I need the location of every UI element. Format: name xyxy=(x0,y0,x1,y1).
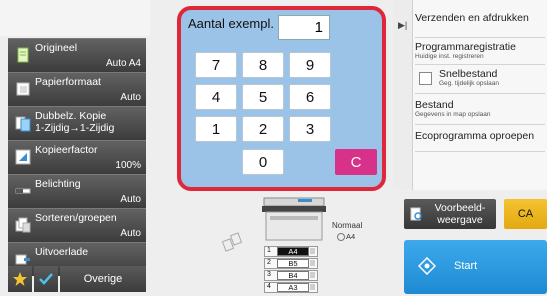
function-panel: Origineel Auto A4 Papierformaat Auto Dub… xyxy=(8,38,146,276)
start-label: Start xyxy=(454,260,478,272)
exposure-icon xyxy=(15,188,31,194)
exposure-button[interactable]: Belichting Auto xyxy=(8,174,146,208)
tray-size: A4 xyxy=(277,247,309,256)
copies-input[interactable]: 1 xyxy=(278,15,330,40)
output-indicator-icon xyxy=(337,233,345,241)
copy-screen: Origineel Auto A4 Papierformaat Auto Dub… xyxy=(0,0,547,296)
key-4[interactable]: 4 xyxy=(195,84,237,110)
key-0[interactable]: 0 xyxy=(242,149,284,175)
sort-group-value: Auto xyxy=(120,227,141,239)
paper-trays: 1 A4 2 B5 3 B4 4 A3 xyxy=(264,246,318,294)
file-sub: Gegevens in map opslaan xyxy=(415,111,491,118)
file-label: Bestand xyxy=(415,99,454,111)
quick-file-sub: Geg. tijdelijk opslaan xyxy=(439,80,499,87)
tray-number: 2 xyxy=(267,259,271,266)
other-button[interactable]: Overige xyxy=(60,266,146,292)
duplex-copy-mode: 1-Zijdig→1-Zijdig xyxy=(35,122,115,134)
checkmark-icon xyxy=(39,273,53,285)
program-registration-label: Programmaregistratie xyxy=(415,41,516,53)
zoom-button[interactable]: Kopieerfactor 100% xyxy=(8,140,146,174)
send-print-label: Verzenden en afdrukken xyxy=(415,12,529,24)
sort-group-label: Sorteren/groepen xyxy=(35,212,117,224)
quick-file-label: Snelbestand xyxy=(439,68,498,80)
paper-size-button[interactable]: Papierformaat Auto xyxy=(8,72,146,106)
copies-label: Aantal exempl. xyxy=(188,16,274,31)
tray-indicator xyxy=(310,260,315,266)
tray-indicator xyxy=(310,272,315,278)
zoom-label: Kopieerfactor xyxy=(35,144,98,156)
top-left-area xyxy=(0,0,150,36)
start-diamond-icon xyxy=(418,257,436,275)
key-1[interactable]: 1 xyxy=(195,116,237,142)
key-6[interactable]: 6 xyxy=(289,84,331,110)
tray-number: 1 xyxy=(267,247,271,254)
exposure-label: Belichting xyxy=(35,178,81,190)
tray-size: B4 xyxy=(277,271,309,280)
tray-number: 3 xyxy=(267,271,271,278)
tray-4[interactable]: 4 A3 xyxy=(264,282,318,293)
sort-group-icon xyxy=(15,217,31,233)
paper-size-icon xyxy=(16,82,30,96)
eco-program-item[interactable]: Ecoprogramma oproepen xyxy=(415,130,545,152)
expand-arrow-icon: ▶| xyxy=(398,20,408,30)
key-2[interactable]: 2 xyxy=(242,116,284,142)
quick-file-item[interactable]: Snelbestand Geg. tijdelijk opslaan xyxy=(415,66,545,94)
tray-size: A3 xyxy=(277,283,309,292)
bottom-shortcuts: Overige xyxy=(8,266,146,292)
copies-keypad: Aantal exempl. 1 7 8 9 4 5 6 1 2 3 0 C xyxy=(177,6,386,191)
exposure-value: Auto xyxy=(120,193,141,205)
paper-size-label: Papierformaat xyxy=(35,76,101,88)
original-button[interactable]: Origineel Auto A4 xyxy=(8,38,146,72)
key-9[interactable]: 9 xyxy=(289,52,331,78)
tray-2[interactable]: 2 B5 xyxy=(264,258,318,269)
key-8[interactable]: 8 xyxy=(242,52,284,78)
star-icon xyxy=(13,272,27,286)
preview-label-line1: Voorbeeld- xyxy=(434,202,486,214)
original-value: Auto A4 xyxy=(105,57,141,69)
file-item[interactable]: Bestand Gegevens in map opslaan xyxy=(415,99,545,125)
key-7[interactable]: 7 xyxy=(195,52,237,78)
clear-all-button[interactable]: CA xyxy=(504,199,547,229)
output-tray-label: Uitvoerlade xyxy=(35,246,89,258)
tray-3[interactable]: 3 B4 xyxy=(264,270,318,281)
tray-1[interactable]: 1 A4 xyxy=(264,246,318,257)
sort-group-button[interactable]: Sorteren/groepen Auto xyxy=(8,208,146,242)
tray-number: 4 xyxy=(267,283,271,290)
duplex-copy-label: Dubbelz. Kopie 1-Zijdig→1-Zijdig xyxy=(35,110,114,134)
original-label: Origineel xyxy=(35,42,78,54)
output-mode-label: Normaal xyxy=(332,221,363,230)
tray-indicator xyxy=(310,284,315,290)
preview-icon xyxy=(410,207,422,221)
duplex-copy-title: Dubbelz. Kopie xyxy=(35,110,107,122)
check-button[interactable] xyxy=(34,266,58,292)
zoom-value: 100% xyxy=(115,159,141,171)
send-print-item[interactable]: Verzenden en afdrukken xyxy=(415,12,545,38)
program-registration-item[interactable]: Programmaregistratie Huidige inst. regis… xyxy=(415,41,545,65)
staple-sort-icon xyxy=(222,232,243,252)
key-3[interactable]: 3 xyxy=(289,116,331,142)
key-5[interactable]: 5 xyxy=(242,84,284,110)
duplex-copy-button[interactable]: Dubbelz. Kopie 1-Zijdig→1-Zijdig xyxy=(8,106,146,140)
preview-label: Voorbeeld- weergave xyxy=(430,202,490,226)
eco-program-label: Ecoprogramma oproepen xyxy=(415,130,535,142)
program-registration-sub: Huidige inst. registreren xyxy=(415,53,484,60)
zoom-icon xyxy=(15,149,31,165)
preview-label-line2: weergave xyxy=(437,214,483,226)
original-doc-icon xyxy=(17,47,29,63)
favorites-button[interactable] xyxy=(8,266,32,292)
tray-indicator xyxy=(310,248,315,254)
action-panel: ▶| Verzenden en afdrukken Programmaregis… xyxy=(393,0,547,190)
copier-illustration xyxy=(262,197,326,241)
tray-size: B5 xyxy=(277,259,309,268)
paper-size-value: Auto xyxy=(120,91,141,103)
preview-button[interactable]: Voorbeeld- weergave xyxy=(404,199,496,229)
panel-toggle[interactable]: ▶| xyxy=(393,0,413,190)
quick-file-checkbox[interactable] xyxy=(419,72,432,85)
clear-key[interactable]: C xyxy=(335,149,377,175)
output-size-label: A4 xyxy=(346,232,356,241)
start-button[interactable]: Start xyxy=(404,240,547,294)
duplex-copy-icon xyxy=(15,116,31,132)
